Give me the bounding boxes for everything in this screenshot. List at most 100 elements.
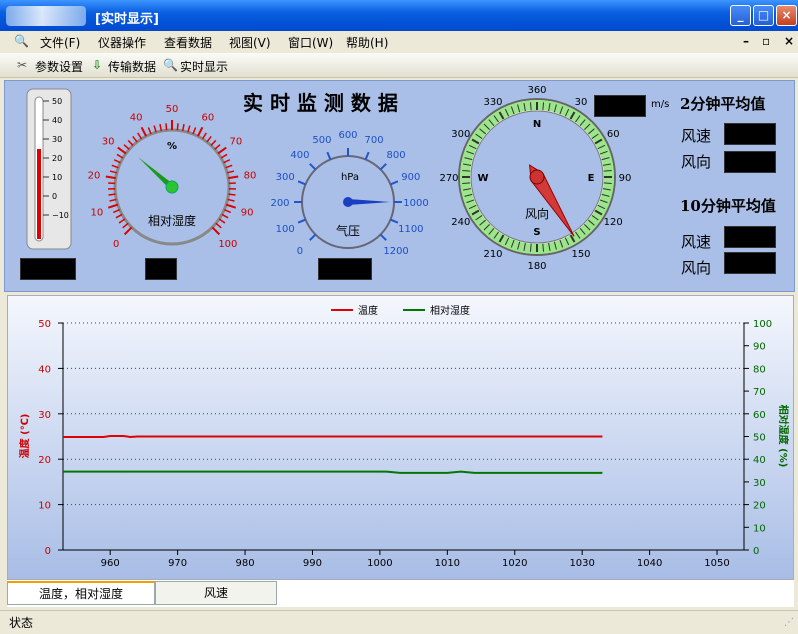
maximize-button[interactable]: □: [753, 5, 774, 26]
compass-hub: [529, 169, 545, 185]
humidity-tick-label: 80: [244, 171, 257, 182]
y-left-tick-label: 20: [38, 455, 51, 466]
humidity-tick-label: 90: [241, 207, 254, 218]
menu-view-data[interactable]: 查看数据: [164, 34, 212, 51]
pressure-tick-label: 100: [276, 224, 295, 235]
thermo-tick-label: 30: [52, 135, 62, 144]
window-title: [实时显示]: [95, 12, 159, 27]
humidity-tick-label: 100: [218, 239, 237, 250]
humidity-tick: [137, 132, 143, 140]
compass-mini-display: [538, 137, 562, 151]
app-logo: [6, 6, 86, 26]
humidity-tick: [165, 123, 168, 131]
legend-label-0: 温度: [358, 304, 378, 317]
humidity-tick-label: 60: [201, 113, 214, 124]
compass-cardinal: E: [588, 173, 595, 184]
humidity-tick-label: 10: [90, 207, 103, 218]
y-right-tick-label: 0: [753, 546, 759, 557]
tab-wind-speed[interactable]: 风速: [155, 581, 277, 605]
y-right-tick-label: 90: [753, 342, 766, 353]
humidity-tick: [215, 222, 222, 229]
thermo-tick-label: 20: [52, 154, 62, 163]
compass-degree-label: 120: [604, 217, 623, 228]
pressure-tick: [364, 151, 370, 160]
tab-strip: 温度，相对湿度 风速: [7, 580, 794, 607]
transfer-button[interactable]: 传输数据: [108, 58, 156, 75]
trend-chart: 010203040500102030405060708090100960 970 9…: [8, 296, 793, 579]
settings-icon: ✂: [17, 58, 28, 72]
resize-grip-icon[interactable]: ⋰: [784, 617, 794, 628]
y-left-tick-label: 0: [45, 546, 51, 557]
humidity-tick: [206, 135, 212, 143]
humidity-tick: [220, 153, 228, 159]
menu-view[interactable]: 视图(V): [229, 34, 271, 51]
compass-tick: [603, 169, 612, 172]
gauges-svg: 50403020100−10 0102030405060708090100%相对…: [26, 85, 631, 272]
pressure-lcd: [318, 258, 372, 280]
compass-degree-label: 30: [575, 97, 588, 108]
compass-degree-label: 270: [439, 173, 458, 184]
pressure-tick-label: 1200: [383, 246, 408, 257]
pressure-tick: [390, 180, 399, 186]
humidity-tick: [105, 175, 116, 180]
close-button[interactable]: ×: [776, 5, 797, 26]
compass-label: 风向: [525, 206, 549, 221]
pressure-tick-label: 400: [290, 150, 309, 161]
thermo-tick-label: 10: [52, 173, 62, 182]
minimize-button[interactable]: _: [730, 5, 751, 26]
temperature-lcd: [20, 258, 76, 280]
pressure-tick-label: 1000: [403, 198, 428, 209]
menu-window[interactable]: 窗口(W): [288, 34, 333, 51]
compass-tick: [529, 102, 532, 111]
wind-speed-lcd: [594, 95, 646, 117]
y-right-tick-label: 40: [753, 455, 766, 466]
humidity-tick: [113, 159, 121, 164]
humidity-tick-label: 30: [102, 137, 115, 148]
compass-tick: [529, 243, 532, 252]
thermometer-frame: [26, 88, 72, 250]
compass-degree-label: 360: [527, 85, 546, 96]
y-right-tick-label: 50: [753, 433, 766, 444]
y-right-tick-label: 70: [753, 387, 766, 398]
y-left-tick-label: 10: [38, 501, 51, 512]
humidity-tick: [196, 126, 204, 137]
compass-tick: [542, 243, 545, 252]
title-bar[interactable]: [实时显示] _ □ ×: [0, 0, 798, 31]
humidity-tick: [107, 203, 119, 209]
thermometer-mercury: [37, 149, 41, 239]
humidity-tick-label: 40: [130, 113, 143, 124]
mdi-restore-button[interactable]: ▫: [762, 34, 770, 48]
pressure-hub: [343, 197, 353, 207]
params-button[interactable]: 参数设置: [35, 58, 83, 75]
pressure-tick: [326, 151, 332, 160]
humidity-label: 相对湿度: [148, 213, 196, 228]
avg10-speed-label: 风速: [681, 233, 712, 251]
x-tick-label: 1050: [704, 558, 729, 569]
humidity-tick: [132, 135, 138, 143]
humidity-tick: [210, 139, 217, 146]
y-right-tick-label: 60: [753, 410, 766, 421]
compass-tick: [542, 102, 545, 111]
humidity-tick-label: 70: [230, 137, 243, 148]
humidity-tick-label: 20: [88, 171, 101, 182]
avg2-speed-label: 风速: [681, 127, 712, 145]
y-right-tick-label: 30: [753, 478, 766, 489]
pressure-unit: hPa: [341, 172, 359, 183]
avg10-title: 10分钟平均值: [680, 197, 776, 215]
download-icon: ⇩: [92, 58, 103, 72]
humidity-gauge: 0 10 20 30 40 50 60 70 80 90 100% 相对湿度: [88, 104, 257, 250]
humidity-tick: [228, 193, 236, 196]
mdi-minimize-button[interactable]: –: [743, 34, 749, 48]
avg2-title: 2分钟平均值: [680, 95, 766, 113]
menu-help[interactable]: 帮助(H): [346, 34, 388, 51]
pressure-tick-label: 1100: [398, 224, 423, 235]
tab-temp-humidity[interactable]: 温度，相对湿度: [7, 581, 155, 605]
y-left-tick-label: 50: [38, 319, 51, 330]
speed-unit: m/s: [651, 99, 670, 110]
humidity-tick: [218, 218, 226, 224]
mdi-close-button[interactable]: ×: [784, 34, 794, 48]
realtime-button[interactable]: 实时显示: [180, 58, 228, 75]
menu-instrument[interactable]: 仪器操作: [98, 34, 146, 51]
menu-file[interactable]: 文件(F): [40, 34, 80, 51]
humidity-tick: [211, 226, 221, 236]
